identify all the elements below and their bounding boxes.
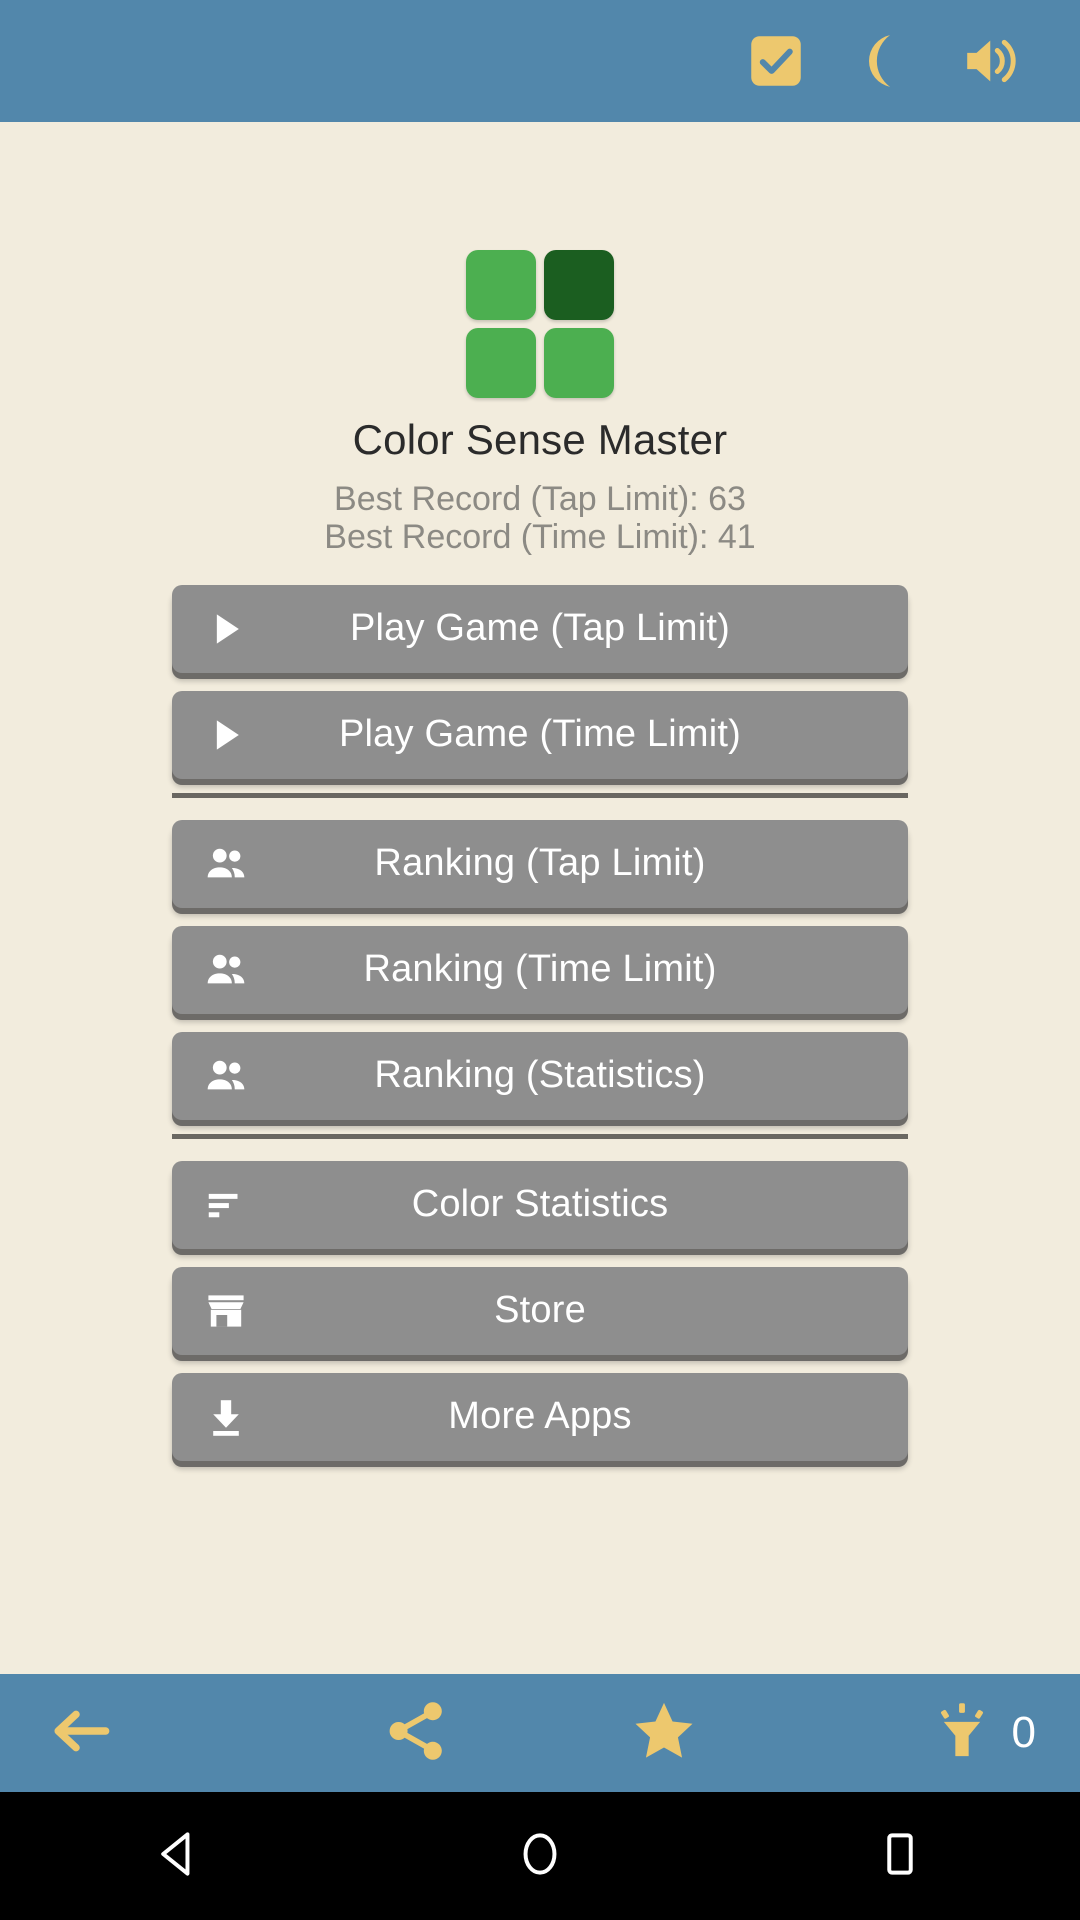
best-record-tap-limit: Best Record (Tap Limit): 63: [334, 480, 746, 518]
nav-back-button[interactable]: [110, 1792, 250, 1920]
more-apps-button[interactable]: More Apps: [172, 1372, 908, 1461]
ranking-statistics-button[interactable]: Ranking (Statistics): [172, 1031, 908, 1120]
play-icon: [198, 707, 254, 763]
app-logo: [466, 250, 614, 398]
button-label: Color Statistics: [411, 1183, 669, 1226]
moon-icon[interactable]: [830, 7, 938, 115]
bottom-action-bar: 0: [0, 1674, 1080, 1792]
rate-button[interactable]: [540, 1693, 788, 1774]
download-icon: [198, 1389, 254, 1445]
star-icon: [626, 1693, 702, 1774]
play-game-tap-limit-button[interactable]: Play Game (Tap Limit): [172, 584, 908, 673]
logo-tile-bottom-left: [466, 328, 536, 398]
arrow-left-icon: [44, 1694, 118, 1773]
main-content: Color Sense Master Best Record (Tap Limi…: [0, 122, 1080, 1674]
nav-recents-button[interactable]: [830, 1792, 970, 1920]
logo-tile-top-left: [466, 250, 536, 320]
nav-home-button[interactable]: [470, 1792, 610, 1920]
android-navigation-bar: [0, 1792, 1080, 1920]
play-icon: [198, 601, 254, 657]
best-record-time-limit: Best Record (Time Limit): 41: [324, 518, 756, 557]
button-label: More Apps: [448, 1395, 632, 1438]
button-label: Ranking (Statistics): [374, 1054, 706, 1097]
people-icon: [198, 1048, 254, 1104]
page-title: Color Sense Master: [352, 416, 728, 463]
logo-tile-bottom-right: [544, 328, 614, 398]
button-label: Ranking (Time Limit): [363, 948, 717, 991]
hint-bulb-icon: [930, 1699, 994, 1768]
ranking-tap-limit-button[interactable]: Ranking (Tap Limit): [172, 819, 908, 908]
logo-tile-top-right: [544, 250, 614, 320]
recents-square-icon: [872, 1826, 928, 1887]
people-icon: [198, 836, 254, 892]
back-triangle-icon: [152, 1826, 208, 1887]
button-label: Play Game (Time Limit): [338, 713, 742, 756]
main-menu: Play Game (Tap Limit) Play Game (Time Li…: [0, 584, 1080, 1479]
button-label: Ranking (Tap Limit): [374, 842, 706, 885]
menu-divider-top: [172, 792, 908, 798]
color-statistics-button[interactable]: Color Statistics: [172, 1160, 908, 1249]
home-circle-icon: [512, 1826, 568, 1887]
sort-bars-icon: [198, 1177, 254, 1233]
back-button[interactable]: [44, 1694, 292, 1773]
play-game-time-limit-button[interactable]: Play Game (Time Limit): [172, 690, 908, 779]
button-label: Store: [494, 1289, 586, 1332]
share-icon: [380, 1695, 452, 1772]
top-app-bar: [0, 0, 1080, 122]
checkbox-checked-icon[interactable]: [722, 7, 830, 115]
hint-button[interactable]: 0: [788, 1699, 1036, 1768]
volume-icon[interactable]: [938, 7, 1046, 115]
menu-divider-bottom: [172, 1133, 908, 1139]
share-button[interactable]: [292, 1695, 540, 1772]
store-button[interactable]: Store: [172, 1266, 908, 1355]
ranking-time-limit-button[interactable]: Ranking (Time Limit): [172, 925, 908, 1014]
button-label: Play Game (Tap Limit): [349, 607, 731, 650]
people-icon: [198, 942, 254, 998]
hint-count: 0: [1011, 1708, 1036, 1757]
store-icon: [198, 1283, 254, 1339]
